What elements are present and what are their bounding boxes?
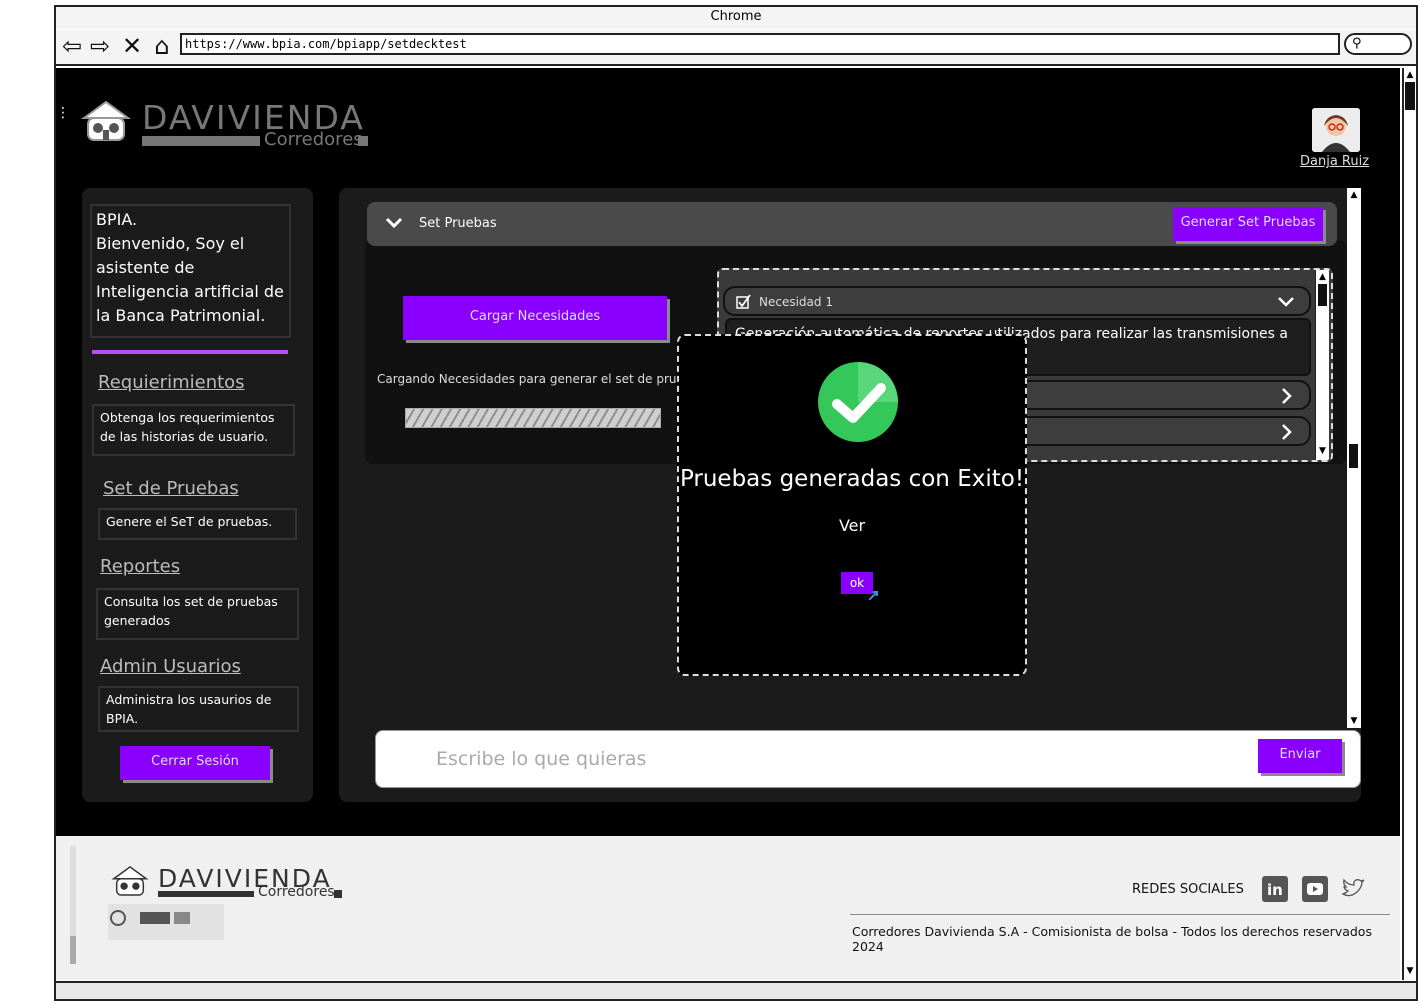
- social-label: REDES SOCIALES: [1132, 882, 1244, 897]
- scroll-thumb[interactable]: [1349, 444, 1358, 468]
- modal-title: Pruebas generadas con Exito!: [679, 466, 1025, 492]
- success-modal: Pruebas generadas con Exito! Ver ok: [677, 334, 1027, 676]
- sidebar-item-admin-usuarios[interactable]: Admin Usuarios: [100, 656, 241, 677]
- browser-window: Chrome ⇦ ⇨ ✕ ⌂ https://www.bpia.com/bpia…: [54, 5, 1418, 1001]
- sidebar: BPIA. Bienvenido, Soy el asistente de In…: [82, 188, 313, 802]
- assistant-intro: BPIA. Bienvenido, Soy el asistente de In…: [90, 204, 291, 338]
- chat-input[interactable]: [436, 739, 1236, 779]
- header-logo[interactable]: DAVIVIENDA Corredores: [80, 98, 380, 150]
- address-bar[interactable]: https://www.bpia.com/bpiapp/setdecktest: [180, 33, 1340, 55]
- chevron-right-icon[interactable]: [1277, 423, 1295, 441]
- main-scrollbar[interactable]: ▲ ▼: [1347, 188, 1361, 728]
- sidebar-desc-set-de-pruebas: Genere el SeT de pruebas.: [98, 508, 297, 540]
- section-title: Set Pruebas: [419, 216, 497, 231]
- page-viewport: ⋮ DAVIVIENDA Corredores Danja Ruiz BPIA.…: [56, 68, 1400, 836]
- regulatory-strip: [64, 846, 82, 964]
- house-logo-icon: [80, 100, 132, 141]
- checkbox-icon[interactable]: [735, 294, 751, 310]
- browser-toolbar: ⇦ ⇨ ✕ ⌂ https://www.bpia.com/bpiapp/setd…: [56, 30, 1416, 66]
- sidebar-desc-admin-usuarios: Administra los usaurios de BPIA.: [98, 686, 299, 732]
- scroll-down-icon[interactable]: ▼: [1405, 966, 1415, 976]
- send-button[interactable]: Enviar: [1258, 739, 1342, 773]
- close-icon[interactable]: ✕: [118, 33, 146, 59]
- house-logo-icon: [111, 866, 149, 896]
- progress-bar: [405, 408, 661, 428]
- window-title: Chrome: [56, 7, 1416, 29]
- view-link[interactable]: Ver: [679, 516, 1025, 535]
- needs-scrollbar[interactable]: ▲ ▼: [1315, 270, 1329, 460]
- chat-box: Enviar: [375, 730, 1361, 788]
- divider: [92, 350, 288, 354]
- need-label: Necesidad 1: [759, 295, 833, 309]
- search-icon: ⚲: [1352, 36, 1362, 51]
- footer: DAVIVIENDA Corredores REDES SOCIALES in …: [56, 836, 1400, 980]
- intro-text: Bienvenido, Soy el asistente de Intelige…: [96, 234, 284, 325]
- chevron-down-icon[interactable]: [1277, 293, 1295, 311]
- scroll-up-icon[interactable]: ▲: [1405, 70, 1415, 80]
- generate-tests-button[interactable]: Generar Set Pruebas: [1173, 207, 1323, 241]
- copyright-text: Corredores Davivienda S.A - Comisionista…: [852, 924, 1372, 954]
- back-icon[interactable]: ⇦: [58, 33, 86, 59]
- sidebar-item-set-de-pruebas[interactable]: Set de Pruebas: [103, 478, 239, 499]
- twitter-icon[interactable]: [1340, 876, 1366, 902]
- certification-badges: [108, 904, 224, 940]
- user-name-link[interactable]: Danja Ruiz: [1300, 154, 1369, 169]
- chevron-down-icon[interactable]: [385, 214, 403, 232]
- footer-logo[interactable]: DAVIVIENDA Corredores: [108, 864, 348, 904]
- set-pruebas-header[interactable]: Set Pruebas Generar Set Pruebas: [367, 202, 1337, 246]
- scroll-up-icon[interactable]: ▲: [1348, 190, 1360, 200]
- sidebar-desc-reportes: Consulta los set de pruebas generados: [96, 588, 299, 640]
- sidebar-item-requierimientos[interactable]: Requierimientos: [98, 372, 245, 393]
- scroll-up-icon[interactable]: ▲: [1317, 272, 1328, 282]
- svg-text:in: in: [1267, 881, 1283, 899]
- menu-icon[interactable]: ⋮: [56, 106, 70, 120]
- browser-search-box[interactable]: ⚲: [1344, 33, 1412, 55]
- linkedin-icon[interactable]: in: [1262, 876, 1288, 902]
- scroll-thumb[interactable]: [1318, 284, 1327, 306]
- scroll-down-icon[interactable]: ▼: [1317, 446, 1328, 456]
- footer-divider: [850, 914, 1390, 915]
- page-scrollbar[interactable]: ▲ ▼: [1402, 68, 1416, 980]
- status-bar: [56, 981, 1416, 999]
- brand-subtitle: Corredores: [142, 129, 368, 150]
- footer-brand-subtitle: Corredores: [258, 884, 335, 900]
- pointer-cursor-icon: [869, 591, 878, 600]
- forward-icon[interactable]: ⇨: [86, 33, 114, 59]
- scroll-thumb[interactable]: [1405, 82, 1415, 110]
- chevron-right-icon[interactable]: [1277, 387, 1295, 405]
- load-needs-button[interactable]: Cargar Necesidades: [403, 296, 667, 340]
- success-check-icon: [818, 362, 898, 442]
- intro-line-1: BPIA.: [96, 210, 138, 229]
- sidebar-item-reportes[interactable]: Reportes: [100, 556, 180, 577]
- home-icon[interactable]: ⌂: [148, 33, 176, 59]
- sidebar-desc-requierimientos: Obtenga los requerimientos de las histor…: [92, 404, 295, 456]
- youtube-icon[interactable]: [1302, 876, 1328, 902]
- loading-status: Cargando Necesidades para generar el set…: [377, 372, 677, 386]
- avatar[interactable]: [1312, 108, 1360, 152]
- need-item[interactable]: Necesidad 1: [723, 286, 1311, 316]
- logout-button[interactable]: Cerrar Sesión: [120, 746, 270, 780]
- scroll-down-icon[interactable]: ▼: [1348, 716, 1360, 726]
